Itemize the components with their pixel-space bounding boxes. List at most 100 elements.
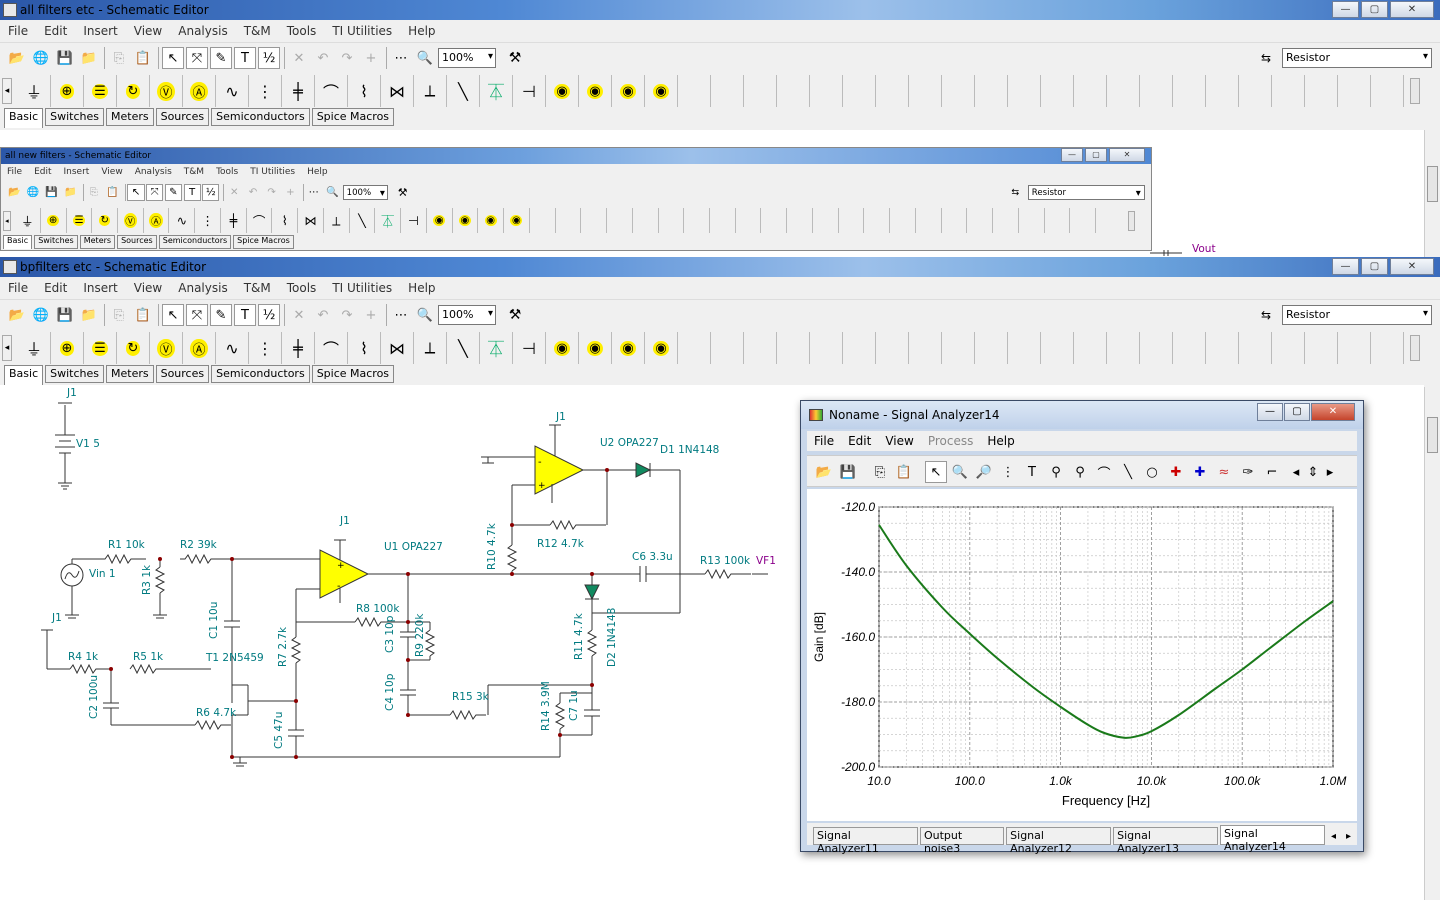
place-component-icon[interactable]: ⇆: [1255, 304, 1277, 326]
sa-tab-analyzer11[interactable]: Signal Analyzer11: [813, 827, 918, 855]
tab-sources[interactable]: Sources: [117, 235, 157, 249]
sa-minimize-button[interactable]: —: [1257, 403, 1283, 421]
capacitor-icon[interactable]: ╪: [282, 332, 315, 364]
transformer2-icon[interactable]: ⋈: [381, 75, 414, 107]
tab-semiconductors[interactable]: Semiconductors: [211, 108, 310, 126]
scroll-left-icon[interactable]: ◂: [3, 210, 11, 231]
close-button[interactable]: ✕: [1390, 258, 1434, 275]
jumper-icon[interactable]: ⊣: [401, 208, 427, 234]
select-icon[interactable]: ↖: [162, 304, 184, 326]
vertical-scrollbar-1[interactable]: [1424, 130, 1440, 258]
voltmeter-icon[interactable]: Ⓥ: [150, 332, 183, 364]
undo-icon[interactable]: ↶: [244, 184, 261, 201]
coupled-icon[interactable]: ⟂: [414, 332, 447, 364]
grid-dots-icon[interactable]: ⋮: [997, 461, 1019, 483]
tab-spice-macros[interactable]: Spice Macros: [311, 108, 395, 126]
step-icon[interactable]: ⌐: [1261, 461, 1283, 483]
switch-icon[interactable]: ╲: [350, 208, 376, 234]
save-icon[interactable]: 💾: [837, 461, 859, 483]
current-source-icon[interactable]: ↻: [117, 332, 150, 364]
redo-icon[interactable]: ↷: [336, 47, 358, 69]
sa-tab-output-noise3[interactable]: Output noise3: [919, 827, 1005, 855]
vcvs-icon[interactable]: ◉: [546, 332, 579, 364]
redo-icon[interactable]: ↷: [263, 184, 280, 201]
vcvs-icon[interactable]: ◉: [427, 208, 453, 234]
transformer-icon[interactable]: ⌇: [272, 208, 299, 234]
menu-ti-utilities[interactable]: TI Utilities: [244, 167, 301, 177]
copy-icon[interactable]: ⎘: [85, 184, 102, 201]
ccvs-icon[interactable]: ◉: [612, 332, 645, 364]
cccs-icon[interactable]: ◉: [645, 75, 678, 107]
tab-switches[interactable]: Switches: [45, 108, 104, 126]
paste-icon[interactable]: 📋: [893, 461, 915, 483]
component-scrollbar[interactable]: [1127, 210, 1136, 231]
ammeter-icon[interactable]: Ⓐ: [183, 332, 216, 364]
menu-view[interactable]: View: [126, 24, 170, 38]
zoom-icon[interactable]: 🔍: [414, 304, 436, 326]
tools-icon[interactable]: ⚒: [504, 47, 526, 69]
sa-menu-help[interactable]: Help: [980, 434, 1021, 448]
tab-switches[interactable]: Switches: [34, 235, 78, 249]
current-source-icon[interactable]: ↻: [117, 75, 150, 107]
menu-tools[interactable]: Tools: [279, 24, 325, 38]
potentiometer-icon[interactable]: ⋮: [249, 75, 282, 107]
open-folder-icon[interactable]: 📁: [78, 304, 100, 326]
resistor-icon[interactable]: ∿: [216, 332, 249, 364]
grid-icon[interactable]: ⋯: [390, 304, 412, 326]
undo-icon[interactable]: ↶: [312, 304, 334, 326]
grid-icon[interactable]: ⋯: [305, 184, 322, 201]
capacitor-icon[interactable]: ╪: [282, 75, 315, 107]
zoom-select[interactable]: 100%: [342, 184, 388, 201]
minimize-button[interactable]: —: [1332, 1, 1359, 18]
menu-insert[interactable]: Insert: [75, 24, 125, 38]
component-scrollbar[interactable]: [1410, 335, 1420, 361]
text-tool-icon[interactable]: T: [1021, 461, 1043, 483]
ground-icon[interactable]: ⏚: [15, 208, 41, 234]
capacitor-icon[interactable]: ╪: [221, 208, 247, 234]
sa-tab-analyzer12[interactable]: Signal Analyzer12: [1006, 827, 1112, 855]
place-component-icon[interactable]: ⇆: [1007, 184, 1024, 201]
ccvs-icon[interactable]: ◉: [478, 208, 505, 234]
cursor-a-icon[interactable]: ✚: [1165, 461, 1187, 483]
transformer2-icon[interactable]: ⋈: [381, 332, 414, 364]
copy-icon[interactable]: ⎘: [869, 461, 891, 483]
zoom-icon[interactable]: 🔍: [414, 47, 436, 69]
inductor-icon[interactable]: ⌒: [315, 75, 348, 107]
delete-icon[interactable]: ✕: [288, 304, 310, 326]
pen-icon[interactable]: ✎: [210, 47, 232, 69]
varactor-icon[interactable]: ⏄: [480, 332, 513, 364]
menu-edit[interactable]: Edit: [28, 167, 57, 177]
voltmeter-icon[interactable]: Ⓥ: [150, 75, 183, 107]
menu-tm[interactable]: T&M: [236, 24, 279, 38]
open-folder-icon[interactable]: 📁: [62, 184, 79, 201]
close-button[interactable]: ✕: [1390, 1, 1434, 18]
redo-icon[interactable]: ↷: [336, 304, 358, 326]
probe2-icon[interactable]: ⚲: [1069, 461, 1091, 483]
jumper-icon[interactable]: ⊣: [513, 332, 546, 364]
wire-icon[interactable]: ⤧: [186, 47, 208, 69]
tab-switches[interactable]: Switches: [45, 365, 104, 383]
curve-icon[interactable]: ⌒: [1093, 461, 1115, 483]
ammeter-icon[interactable]: Ⓐ: [144, 208, 170, 234]
cccs-icon[interactable]: ◉: [645, 332, 678, 364]
varactor-icon[interactable]: ⏄: [375, 208, 402, 234]
zoom-select[interactable]: 100%: [438, 48, 496, 68]
tools-icon[interactable]: ⚒: [394, 184, 411, 201]
ground-icon[interactable]: ⏚: [18, 75, 51, 107]
title-bar[interactable]: all filters etc - Schematic Editor — ▢ ✕: [0, 0, 1440, 20]
transformer-icon[interactable]: ⌇: [348, 75, 381, 107]
jumper-icon[interactable]: ⊣: [513, 75, 546, 107]
open-icon[interactable]: 📂: [6, 304, 28, 326]
junction-icon[interactable]: +: [360, 47, 382, 69]
undo-icon[interactable]: ↶: [312, 47, 334, 69]
maximize-button[interactable]: ▢: [1085, 148, 1107, 162]
transformer-icon[interactable]: ⌇: [348, 332, 381, 364]
switch-icon[interactable]: ╲: [447, 75, 480, 107]
scroll-left-icon[interactable]: ◂: [2, 335, 12, 361]
copy-icon[interactable]: ⎘: [108, 304, 130, 326]
menu-tm[interactable]: T&M: [178, 167, 210, 177]
search-web-icon[interactable]: 🌐: [30, 304, 52, 326]
place-component-icon[interactable]: ⇆: [1255, 47, 1277, 69]
sa-title-bar[interactable]: Noname - Signal Analyzer14 — ▢ ✕: [801, 401, 1363, 429]
wave-icon[interactable]: ≈: [1213, 461, 1235, 483]
